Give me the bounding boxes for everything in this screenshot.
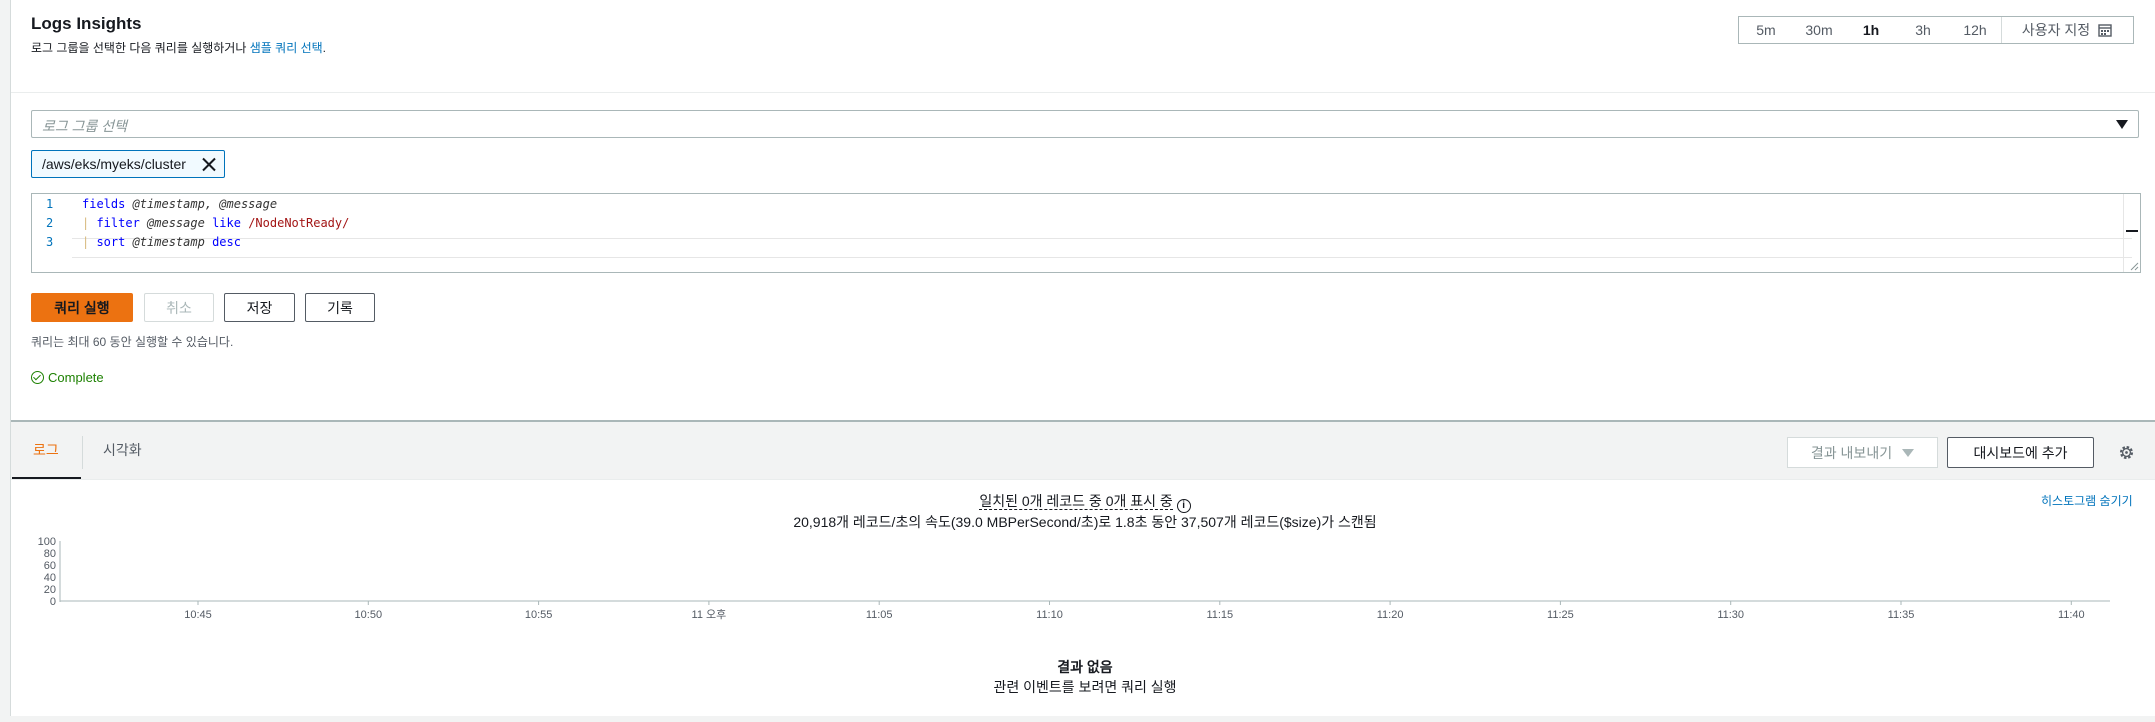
x-tick-label: 11:15 — [1206, 609, 1233, 620]
query-status: Complete — [31, 370, 104, 385]
y-tick-label: 60 — [44, 560, 56, 572]
gear-icon[interactable] — [2118, 444, 2135, 461]
cancel-button[interactable]: 취소 — [144, 293, 214, 322]
y-tick-label: 20 — [44, 584, 56, 596]
time-option-12h[interactable]: 12h — [1949, 17, 2001, 43]
query-keyword: sort — [89, 235, 126, 249]
empty-state-title: 결과 없음 — [1057, 659, 1113, 675]
log-group-select[interactable]: 로그 그룹 선택 — [31, 110, 2139, 138]
query-fields: @timestamp, @message — [125, 197, 278, 211]
x-tick-label: 11:05 — [866, 609, 893, 620]
time-range-selector: 5m 30m 1h 3h 12h 사용자 지정 — [1738, 16, 2134, 44]
query-regex: /NodeNotReady/ — [240, 216, 350, 230]
query-editor[interactable]: 1 2 3 fields @timestamp, @message | filt… — [31, 193, 2141, 273]
histogram-chart: 100806040200 10:45 10:50 10:55 11 오후 11:05 11:… — [38, 536, 2110, 620]
query-field: @timestamp — [125, 235, 205, 249]
time-option-1h[interactable]: 1h — [1845, 17, 1897, 43]
y-tick-label: 40 — [44, 572, 56, 584]
records-summary: 일치된 0개 레코드 중 0개 표시 중 i — [0, 491, 2155, 513]
caret-down-icon[interactable] — [2116, 120, 2128, 129]
tab-visualization[interactable]: 시각화 — [103, 440, 142, 460]
header-divider — [11, 92, 2155, 93]
resize-handle-icon[interactable] — [2129, 261, 2139, 271]
query-line-2: | filter @message like /NodeNotReady/ — [82, 216, 349, 230]
export-label: 결과 내보내기 — [1810, 444, 1893, 461]
query-timeout-hint: 쿼리는 최대 60 동안 실행할 수 있습니다. — [31, 335, 234, 349]
subtitle-end: . — [322, 41, 326, 55]
x-tick-label: 11:10 — [1036, 609, 1063, 620]
tab-separator — [82, 436, 83, 469]
page-title: Logs Insights — [31, 14, 142, 33]
remove-icon[interactable] — [200, 155, 218, 173]
x-tick-label: 11:30 — [1717, 609, 1744, 620]
x-tick-label: 11:40 — [2058, 609, 2085, 620]
selected-log-group-token: /aws/eks/myeks/cluster — [31, 150, 225, 178]
subtitle-text: 로그 그룹을 선택한 다음 쿼리를 실행하거나 — [31, 41, 250, 55]
y-tick-label: 0 — [50, 596, 56, 608]
query-keyword: fields — [82, 197, 126, 211]
x-tick-label: 11:35 — [1888, 609, 1915, 620]
time-option-30m[interactable]: 30m — [1793, 17, 1845, 43]
time-option-5m[interactable]: 5m — [1739, 17, 1793, 43]
time-option-3h[interactable]: 3h — [1897, 17, 1949, 43]
sample-queries-link[interactable]: 샘플 쿼리 선택 — [250, 41, 323, 55]
line-number: 1 — [46, 197, 54, 211]
line-number: 2 — [46, 216, 54, 230]
export-results-button[interactable]: 결과 내보내기 — [1787, 437, 1938, 468]
log-group-placeholder: 로그 그룹 선택 — [42, 118, 128, 134]
check-circle-icon — [31, 371, 44, 384]
calendar-icon — [2098, 24, 2112, 37]
save-button[interactable]: 저장 — [224, 293, 295, 322]
page-subtitle: 로그 그룹을 선택한 다음 쿼리를 실행하거나 샘플 쿼리 선택. — [31, 39, 326, 56]
y-tick-label: 80 — [44, 548, 56, 560]
x-tick-label: 11:20 — [1377, 609, 1404, 620]
caret-down-icon — [1902, 448, 1915, 457]
empty-state-message: 관련 이벤트를 보려면 쿼리 실행 — [993, 679, 1177, 695]
query-operator: like — [204, 216, 241, 230]
y-tick-label: 100 — [38, 536, 56, 548]
x-tick-label: 11:25 — [1547, 609, 1574, 620]
editor-active-line — [72, 238, 2132, 258]
x-tick-label: 10:55 — [525, 609, 553, 620]
log-group-name: /aws/eks/myeks/cluster — [42, 156, 186, 172]
custom-time-label: 사용자 지정 — [2021, 22, 2091, 38]
hide-histogram-link[interactable]: 히스토그램 숨기기 — [2041, 492, 2133, 509]
run-query-button[interactable]: 쿼리 실행 — [31, 293, 133, 322]
query-sort-direction: desc — [204, 235, 241, 249]
matched-records: 일치된 0개 레코드 중 0개 표시 중 — [979, 493, 1173, 510]
x-tick-label: 11 오후 — [692, 608, 727, 620]
x-tick-label: 10:50 — [355, 609, 383, 620]
query-keyword: filter — [89, 216, 140, 230]
line-number: 3 — [46, 235, 54, 249]
history-button[interactable]: 기록 — [305, 293, 375, 322]
info-icon[interactable]: i — [1176, 499, 1191, 513]
status-label: Complete — [48, 370, 104, 385]
active-tab-indicator — [12, 477, 81, 479]
custom-time-button[interactable]: 사용자 지정 — [2002, 17, 2132, 43]
scroll-thumb[interactable] — [2126, 230, 2138, 232]
query-field: @message — [139, 216, 205, 230]
scan-stats: 20,918개 레코드/초의 속도(39.0 MBPerSecond/초)로 1… — [793, 514, 1377, 530]
x-tick-label: 10:45 — [184, 609, 212, 620]
query-line-1: fields @timestamp, @message — [82, 197, 277, 211]
query-line-3: | sort @timestamp desc — [82, 235, 241, 249]
tab-logs[interactable]: 로그 — [33, 440, 59, 460]
add-to-dashboard-button[interactable]: 대시보드에 추가 — [1947, 437, 2094, 468]
